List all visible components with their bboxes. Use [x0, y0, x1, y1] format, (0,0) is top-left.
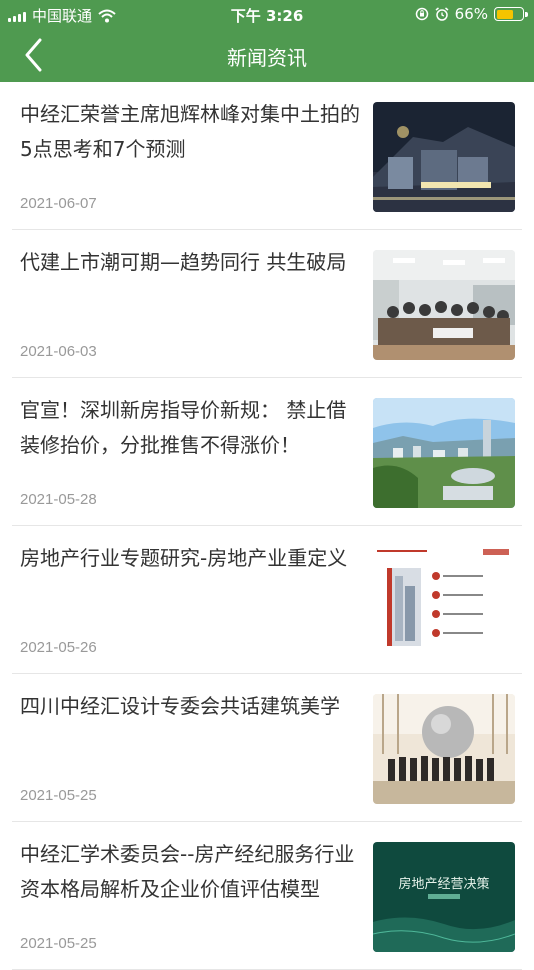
news-title: 代建上市潮可期—趋势同行 共生破局: [20, 250, 347, 274]
news-item[interactable]: 官宣！深圳新房指导价新规： 禁止借装修抬价，分批推售不得涨价！ 2021-05-…: [12, 378, 522, 526]
news-date: 2021-06-03: [20, 343, 97, 360]
news-list: 中经汇荣誉主席旭辉林峰对集中土拍的5点思考和7个预测 2021-06-07 代建…: [0, 82, 534, 970]
news-title: 官宣！深圳新房指导价新规： 禁止借装修抬价，分批推售不得涨价！: [20, 398, 347, 457]
news-thumbnail: [373, 398, 515, 508]
news-item[interactable]: 中经汇学术委员会--房产经纪服务行业资本格局解析及企业价值评估模型 2021-0…: [12, 822, 522, 970]
news-item[interactable]: 房地产行业专题研究-房地产业重定义 2021-05-26: [12, 526, 522, 674]
news-date: 2021-05-25: [20, 787, 97, 804]
orientation-lock-icon: [415, 7, 428, 21]
alarm-icon: [435, 7, 449, 21]
news-title: 中经汇学术委员会--房产经纪服务行业资本格局解析及企业价值评估模型: [20, 842, 355, 901]
status-right: 66%: [415, 5, 528, 23]
battery-icon: [494, 7, 528, 21]
news-thumbnail: [373, 694, 515, 804]
nav-bar: 新闻资讯: [0, 28, 534, 82]
news-thumbnail: [373, 250, 515, 360]
news-date: 2021-06-07: [20, 195, 97, 212]
news-date: 2021-05-26: [20, 639, 97, 656]
news-title: 中经汇荣誉主席旭辉林峰对集中土拍的5点思考和7个预测: [20, 102, 360, 161]
news-item[interactable]: 中经汇荣誉主席旭辉林峰对集中土拍的5点思考和7个预测 2021-06-07: [12, 82, 522, 230]
news-title: 房地产行业专题研究-房地产业重定义: [20, 546, 348, 570]
news-title: 四川中经汇设计专委会共话建筑美学: [20, 694, 340, 718]
news-date: 2021-05-28: [20, 491, 97, 508]
status-bar: 中国联通 下午 3:26 66%: [0, 0, 534, 28]
news-thumbnail: [373, 546, 515, 656]
news-item[interactable]: 代建上市潮可期—趋势同行 共生破局 2021-06-03: [12, 230, 522, 378]
page-title: 新闻资讯: [227, 46, 307, 70]
battery-percent: 66%: [454, 5, 488, 23]
news-thumbnail: [373, 102, 515, 212]
news-date: 2021-05-25: [20, 935, 97, 952]
news-item[interactable]: 四川中经汇设计专委会共话建筑美学 2021-05-25: [12, 674, 522, 822]
thumbnail-title: 房地产经营决策: [398, 876, 489, 892]
news-thumbnail: 房地产经营决策: [373, 842, 515, 952]
